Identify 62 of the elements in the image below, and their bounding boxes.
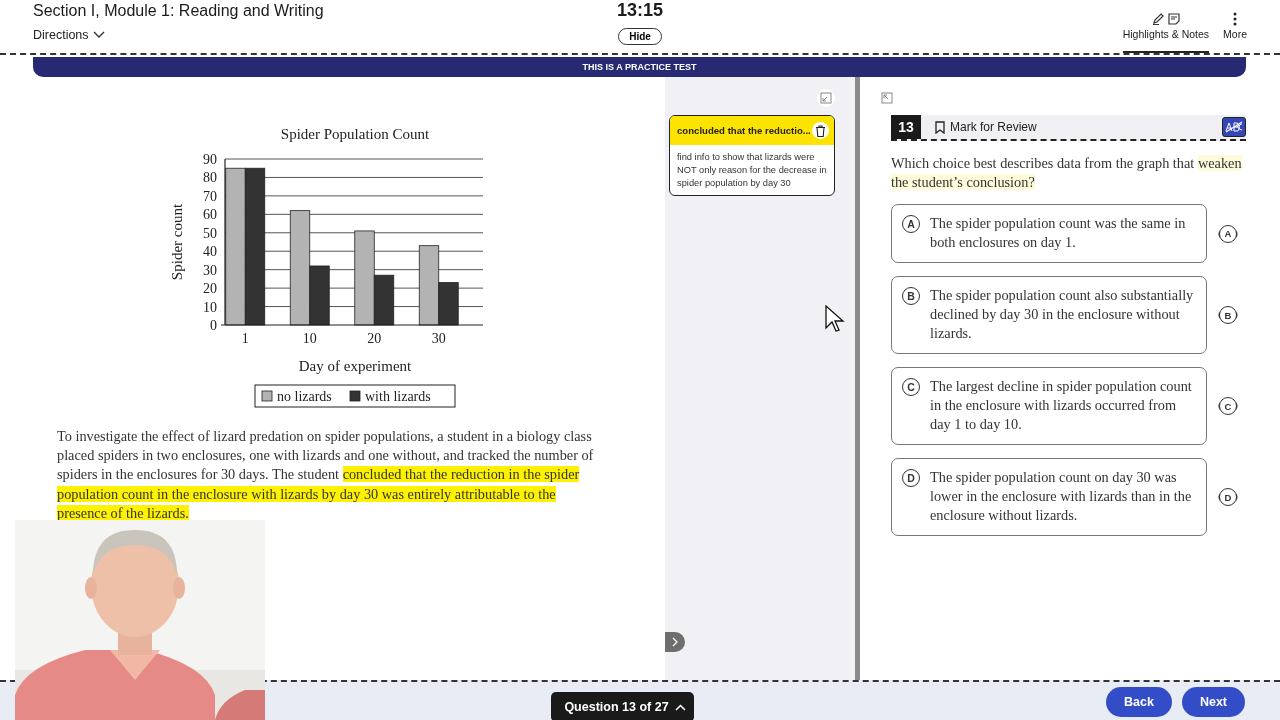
answer-option[interactable]: A The spider population count was the same in both enclosures on day 1.: [891, 204, 1207, 263]
cross-out-button[interactable]: C: [1219, 397, 1237, 415]
note-title: concluded that the reductio...: [677, 125, 811, 136]
x-tick-label: 30: [431, 331, 446, 346]
cross-out-button[interactable]: B: [1219, 306, 1237, 324]
legend-label: with lizards: [365, 389, 431, 404]
y-tick-label: 90: [203, 152, 217, 167]
delete-note-button[interactable]: [812, 122, 829, 139]
y-tick-label: 70: [203, 188, 217, 204]
legend-swatch: [349, 390, 361, 402]
expand-icon: [881, 92, 893, 104]
expand-panel-button[interactable]: [665, 632, 685, 652]
expand-panel-button[interactable]: [878, 89, 896, 107]
y-tick-label: 40: [203, 244, 217, 260]
x-axis-title: Day of experiment: [298, 358, 412, 374]
y-tick-label: 0: [210, 318, 217, 333]
y-tick-label: 80: [203, 170, 217, 186]
x-tick-label: 10: [302, 331, 317, 346]
mark-for-review-button[interactable]: Mark for Review: [935, 120, 1037, 134]
question-number: 13: [891, 115, 921, 139]
chevron-right-icon: [672, 637, 678, 647]
y-axis-title: Spider count: [169, 203, 185, 281]
pen-icon: [1151, 13, 1164, 25]
answer-eliminator-button[interactable]: [1222, 117, 1246, 137]
cross-out-button[interactable]: A: [1219, 224, 1237, 243]
cursor-icon: [825, 305, 845, 333]
practice-test-banner: THIS IS A PRACTICE TEST: [33, 57, 1246, 77]
y-tick-label: 50: [203, 225, 217, 241]
y-tick-label: 20: [203, 281, 217, 297]
collapse-icon: [820, 92, 832, 104]
directions-dropdown[interactable]: Directions: [33, 28, 105, 42]
collapse-panel-button[interactable]: [817, 89, 835, 107]
chevron-down-icon: [92, 31, 105, 39]
y-tick-label: 60: [203, 207, 217, 223]
y-tick-label: 30: [203, 262, 217, 278]
x-tick-label: 20: [367, 331, 382, 346]
question-navigator-button[interactable]: Question 13 of 27: [551, 692, 694, 720]
chart-title: Spider Population Count: [280, 126, 430, 142]
y-tick-label: 10: [203, 299, 217, 315]
highlights-notes-button[interactable]: Highlights & Notes: [1122, 12, 1210, 53]
bookmark-icon: [935, 120, 945, 134]
legend-label: no lizards: [277, 389, 332, 404]
timer: 13:15: [616, 0, 663, 21]
answer-option[interactable]: B The spider population count also substantially declined by day 30 in the enclosure without lizards.: [891, 276, 1207, 354]
x-tick-label: 1: [241, 331, 249, 346]
passage-text: To investigate the effect of lizard predation on spider populations, a student in a biology class placed spiders in two enclosures, one with lizards and one without, and tracked the number of spiders in the enclosures for 30 days. The student concluded that the reduction in the spider population count in the enclosure with lizards by day 30 was entirely attributable to the presence of the lizards.: [57, 427, 595, 523]
note-icon: [1167, 13, 1180, 25]
cross-out-button[interactable]: D: [1219, 488, 1237, 506]
section-title: Section I, Module 1: Reading and Writing: [33, 2, 325, 20]
next-button[interactable]: Next: [1181, 687, 1245, 717]
back-button[interactable]: Back: [1106, 687, 1172, 717]
answer-option[interactable]: C The largest decline in spider population count in the enclosure with lizards occurred from day 1 to day 10.: [891, 367, 1207, 445]
crossed-letters-icon: [1225, 121, 1243, 133]
question-text: Which choice best describes data from the graph that weaken the student’s conclusion?: [891, 154, 1243, 192]
legend-swatch: [261, 390, 273, 402]
answer-option[interactable]: D The spider population count on day 30 was lower in the enclosure with lizards than in the enclosure without lizards.: [891, 458, 1207, 536]
trash-icon: [815, 124, 826, 137]
kebab-menu-icon: [1233, 12, 1238, 26]
hide-button[interactable]: Hide: [618, 28, 662, 45]
note-text: find info to show that lizards were NOT only reason for the decrease in spider population by day 30: [676, 151, 828, 190]
chevron-up-icon: [674, 703, 686, 711]
more-button[interactable]: More: [1223, 12, 1247, 53]
